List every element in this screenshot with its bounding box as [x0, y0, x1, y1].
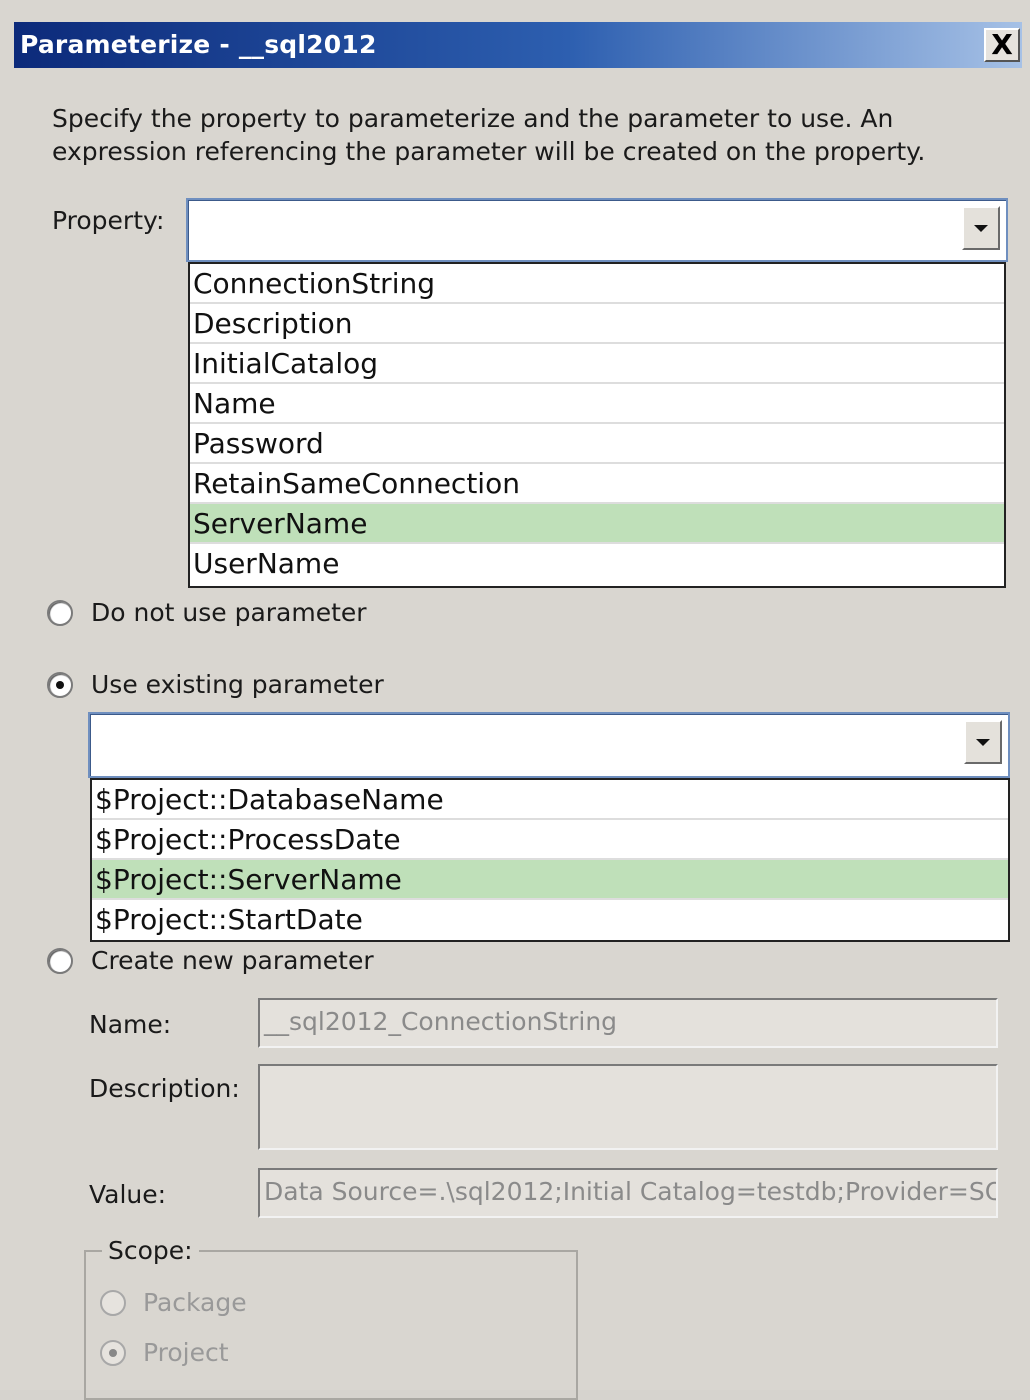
description-label: Description: [89, 1074, 240, 1103]
create-new-parameter-label: Create new parameter [91, 946, 374, 975]
existing-parameter-combobox[interactable] [88, 712, 1010, 778]
property-dropdown-list[interactable]: ConnectionString Description InitialCatalo… [188, 262, 1006, 588]
dropdown-option[interactable]: ConnectionString [190, 264, 1004, 304]
scope-project-label: Project [143, 1338, 229, 1367]
dropdown-option[interactable]: $Project::ServerName [92, 860, 1008, 900]
create-new-parameter-radio[interactable] [47, 948, 73, 974]
parameterize-dialog: Parameterize - __sql2012 X Specify the p… [0, 0, 1030, 1400]
window-title: Parameterize - __sql2012 [20, 30, 377, 59]
description-field[interactable] [258, 1064, 998, 1150]
dropdown-option[interactable]: $Project::DatabaseName [92, 780, 1008, 820]
scope-package-radio[interactable] [100, 1290, 126, 1316]
dropdown-option[interactable]: InitialCatalog [190, 344, 1004, 384]
dropdown-option[interactable]: Password [190, 424, 1004, 464]
existing-parameter-dropdown-button[interactable] [964, 720, 1002, 764]
dropdown-option[interactable]: $Project::StartDate [92, 900, 1008, 940]
dropdown-option[interactable]: Name [190, 384, 1004, 424]
title-bar[interactable]: Parameterize - __sql2012 [14, 22, 1022, 68]
dropdown-option[interactable]: $Project::ProcessDate [92, 820, 1008, 860]
do-not-use-parameter-label: Do not use parameter [91, 598, 367, 627]
scope-project-radio[interactable] [100, 1340, 126, 1366]
value-field[interactable]: Data Source=.\sql2012;Initial Catalog=te… [258, 1168, 998, 1218]
name-field[interactable]: __sql2012_ConnectionString [258, 998, 998, 1048]
property-combobox[interactable] [186, 198, 1008, 262]
close-button[interactable]: X [984, 28, 1020, 62]
chevron-down-icon [974, 224, 988, 232]
close-icon: X [991, 28, 1013, 61]
existing-parameter-dropdown-list[interactable]: $Project::DatabaseName $Project::ProcessD… [90, 778, 1010, 942]
dropdown-option[interactable]: UserName [190, 544, 1004, 584]
property-label: Property: [52, 206, 165, 235]
scope-groupbox [84, 1250, 578, 1400]
do-not-use-parameter-radio[interactable] [47, 600, 73, 626]
property-dropdown-button[interactable] [962, 206, 1000, 250]
scope-caption: Scope: [102, 1236, 199, 1265]
use-existing-parameter-radio[interactable] [47, 672, 73, 698]
use-existing-parameter-label: Use existing parameter [91, 670, 384, 699]
dropdown-option[interactable]: ServerName [190, 504, 1004, 544]
chevron-down-icon [976, 738, 990, 746]
name-label: Name: [89, 1010, 172, 1039]
dropdown-option[interactable]: RetainSameConnection [190, 464, 1004, 504]
dropdown-option[interactable]: Description [190, 304, 1004, 344]
dialog-description: Specify the property to parameterize and… [52, 104, 926, 166]
value-label: Value: [89, 1180, 167, 1209]
scope-package-label: Package [143, 1288, 247, 1317]
